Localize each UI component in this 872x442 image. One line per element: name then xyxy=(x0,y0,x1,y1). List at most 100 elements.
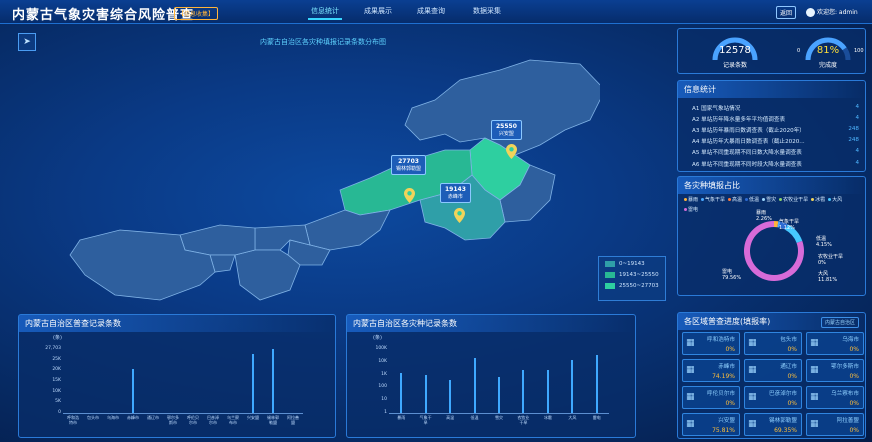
completion-max: 100 xyxy=(854,48,864,54)
region-rate: 0% xyxy=(787,373,797,380)
x-tick-label: 雪灾 xyxy=(495,415,503,420)
locate-button[interactable]: ➤ xyxy=(18,33,36,51)
region-name: 锡林郭勒盟 xyxy=(769,418,797,424)
pie-legend-item[interactable]: 暴雨 xyxy=(684,197,698,204)
pie-label: 低温 4.15% xyxy=(816,236,832,249)
region-progress-card[interactable]: ▦ 鄂尔多斯市 0% xyxy=(806,359,864,382)
pie-legend-item[interactable]: 高温 xyxy=(728,197,742,204)
tab-info-stats[interactable]: 信息统计 xyxy=(300,6,350,20)
bar[interactable] xyxy=(571,359,574,413)
region-progress-panel: 各区域普查进度(填报率) 内蒙古自治区 ▦ 呼和浩特市 0% ▦ 包头市 0% ▦ 乌海市 0%… xyxy=(677,312,866,439)
legend-swatch xyxy=(605,272,615,278)
map-label-hinggan: 25550 兴安盟 xyxy=(491,120,522,141)
list-item[interactable]: A4 单站历年大暴雨日数调查表（截止2020... 248 xyxy=(678,136,865,147)
region-progress-card[interactable]: ▦ 呼伦贝尔市 0% xyxy=(682,386,740,409)
back-button[interactable]: 返回 xyxy=(776,6,797,19)
y-tick-label: 1 xyxy=(384,410,387,415)
bar[interactable] xyxy=(252,353,254,413)
region-rate: 0% xyxy=(787,346,797,353)
x-tick-label: 呼伦贝 尔市 xyxy=(187,415,199,425)
bar[interactable] xyxy=(546,370,549,413)
bar[interactable] xyxy=(473,357,476,413)
region-hulunbuir[interactable] xyxy=(404,59,600,156)
pie-panel: 各灾种填报占比 暴雨 气象干旱 高温 低温 雪灾 农牧业干旱 冰雹 大风雷电 暴雨 2.26% … xyxy=(677,176,866,296)
building-icon: ▦ xyxy=(748,338,757,348)
legend-item: 19143~25550 xyxy=(605,272,659,278)
legend-dot xyxy=(811,198,815,201)
records-by-hazard-panel: 内蒙古自治区各灾种记录条数 (条) 100K 10K 1K 100 10 1 暴雨 气象干 旱… xyxy=(346,314,636,438)
y-tick-label: 0 xyxy=(58,410,61,415)
building-icon: ▦ xyxy=(748,392,757,402)
pie-label: 气象干旱 1.12% xyxy=(779,219,800,232)
pie-legend-item[interactable]: 大风 xyxy=(828,197,842,204)
region-ordos[interactable] xyxy=(234,249,301,301)
x-axis xyxy=(63,413,303,414)
y-tick-label: 10 xyxy=(381,397,387,403)
map-legend: 0~19143 19143~25550 25550~27703 xyxy=(598,256,666,301)
pie-legend-item[interactable]: 冰雹 xyxy=(811,197,825,204)
pie-legend-item[interactable]: 气象干旱 xyxy=(701,197,725,204)
legend-item: 25550~27703 xyxy=(605,283,659,289)
pie-legend-item[interactable]: 雪灾 xyxy=(762,197,776,204)
list-item[interactable]: A5 单站不同重现期不同日数大降水量调查表 4 xyxy=(678,147,865,158)
y-tick-label: 15K xyxy=(52,378,61,383)
region-progress-card[interactable]: ▦ 巴彦淖尔市 0% xyxy=(744,386,802,409)
list-item[interactable]: A6 单站不同重现期不同时段大降水量调查表 4 xyxy=(678,158,865,169)
y-tick-label: 20K xyxy=(52,367,61,373)
tab-data-collection[interactable]: 数据采集 xyxy=(462,6,512,16)
info-stats-panel: 信息统计 A1 国家气象站情况 4 A2 单站历年降水量多年平均值调查表 4 A3 … xyxy=(677,80,866,172)
region-rate: 74.19% xyxy=(712,373,735,380)
region-progress-card[interactable]: ▦ 乌海市 0% xyxy=(806,332,864,355)
region-progress-card[interactable]: ▦ 赤峰市 74.19% xyxy=(682,359,740,382)
legend-dot xyxy=(701,198,705,201)
pie-label: 大风 11.81% xyxy=(818,271,838,284)
x-tick-label: 暴雨 xyxy=(397,415,406,420)
region-select-button[interactable]: 内蒙古自治区 xyxy=(820,317,859,328)
bar[interactable] xyxy=(272,349,274,413)
legend-dot xyxy=(828,198,832,201)
list-item[interactable]: A1 国家气象站情况 4 xyxy=(678,102,865,113)
region-progress-card[interactable]: ▦ 阿拉善盟 0% xyxy=(806,413,864,436)
building-icon: ▦ xyxy=(810,392,819,402)
region-progress-card[interactable]: ▦ 呼和浩特市 0% xyxy=(682,332,740,355)
user-info[interactable]: 欢迎您: admin xyxy=(806,7,858,17)
pie-legend-item[interactable]: 雷电 xyxy=(684,207,698,214)
bar[interactable] xyxy=(132,368,134,413)
info-stats-title: 信息统计 xyxy=(678,81,865,98)
building-icon: ▦ xyxy=(686,392,695,402)
location-pin-icon[interactable] xyxy=(404,188,415,203)
x-tick-label: 包头市 xyxy=(87,415,99,420)
chart2-area: 100K 10K 1K 100 10 1 暴雨 气象干 旱 高温 低温 雪灾 农牧业 干旱 冰雹 大风 雷电 xyxy=(347,315,637,439)
navigation-arrow-icon: ➤ xyxy=(23,37,31,47)
building-icon: ▦ xyxy=(810,365,819,375)
region-progress-card[interactable]: ▦ 乌兰察布市 0% xyxy=(806,386,864,409)
y-tick-label: 1K xyxy=(381,371,387,377)
y-tick-label: 10K xyxy=(378,358,387,364)
building-icon: ▦ xyxy=(748,419,757,429)
bar[interactable] xyxy=(449,380,452,413)
tab-results-query[interactable]: 成果查询 xyxy=(406,6,456,16)
region-progress-card[interactable]: ▦ 兴安盟 75.81% xyxy=(682,413,740,436)
list-item[interactable]: A3 单站历年暴雨日数调查表（截止2020年） 248 xyxy=(678,124,865,135)
region-progress-grid: ▦ 呼和浩特市 0% ▦ 包头市 0% ▦ 乌海市 0% ▦ 赤峰市 74.19% ▦ 通辽市 0% ▦ 鄂尔多… xyxy=(682,332,867,436)
list-item[interactable]: A2 单站历年降水量多年平均值调查表 4 xyxy=(678,113,865,124)
location-pin-icon[interactable] xyxy=(454,208,465,223)
region-progress-card[interactable]: ▦ 锡林郭勒盟 69.35% xyxy=(744,413,802,436)
region-ulanqab[interactable] xyxy=(304,209,391,251)
pie-legend-item[interactable]: 农牧业干旱 xyxy=(779,197,808,204)
region-rate: 0% xyxy=(849,427,859,434)
tab-results-display[interactable]: 成果展示 xyxy=(353,6,403,16)
avatar xyxy=(806,8,815,17)
bar[interactable] xyxy=(522,369,525,413)
bar[interactable] xyxy=(595,354,598,413)
location-pin-icon[interactable] xyxy=(506,144,517,159)
bar[interactable] xyxy=(498,377,500,413)
bar[interactable] xyxy=(424,375,427,413)
pie-label: 雷电 79.56% xyxy=(722,269,742,282)
pie-legend-item[interactable]: 低温 xyxy=(745,197,759,204)
bar[interactable] xyxy=(400,372,403,413)
region-progress-card[interactable]: ▦ 包头市 0% xyxy=(744,332,802,355)
region-rate: 0% xyxy=(725,346,735,353)
region-bayannur[interactable] xyxy=(179,224,256,256)
region-progress-card[interactable]: ▦ 通辽市 0% xyxy=(744,359,802,382)
